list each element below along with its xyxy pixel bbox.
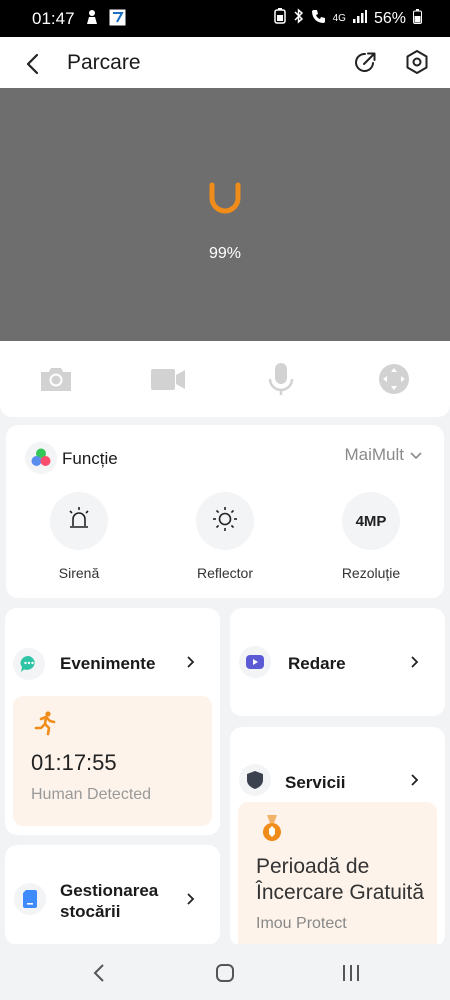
medal-icon — [260, 814, 284, 849]
playback-title: Redare — [288, 654, 346, 673]
battery-saver-icon — [273, 8, 286, 29]
chevron-right-icon — [408, 773, 422, 787]
loading-spinner-icon — [207, 182, 243, 216]
status-time: 01:47 — [32, 8, 75, 28]
playback-icon — [239, 646, 271, 678]
wifi-calling-icon — [311, 9, 326, 29]
reflector-button[interactable] — [196, 492, 254, 550]
notification-icon — [85, 9, 99, 28]
event-time: 01:17:55 — [31, 750, 117, 775]
ptz-joystick-icon[interactable] — [376, 361, 412, 397]
microphone-icon[interactable] — [263, 361, 299, 397]
nav-back-icon[interactable] — [89, 962, 111, 984]
trial-headline-line1: Perioadă de — [256, 855, 370, 878]
siren-button[interactable] — [50, 492, 108, 550]
sun-icon — [212, 506, 238, 537]
camera-icon[interactable] — [38, 361, 74, 397]
reflector-label: Reflector — [196, 565, 254, 581]
trial-headline: Perioadă de Încercare Gratuită — [256, 854, 441, 906]
chevron-right-icon — [184, 655, 198, 669]
app-notification-icon — [109, 9, 126, 29]
running-person-icon — [33, 710, 59, 741]
signal-icon — [352, 9, 367, 28]
battery-percent: 56% — [373, 9, 406, 27]
status-bar: 01:47 4G 56% — [0, 0, 450, 37]
share-external-icon[interactable] — [353, 49, 379, 75]
more-button[interactable]: MaiMult — [344, 445, 422, 465]
siren-label: Sirenă — [58, 565, 100, 581]
chevron-right-icon — [408, 655, 422, 669]
storage-title-line1: Gestionarea — [60, 881, 159, 900]
storage-title-line2: stocării — [60, 902, 121, 921]
chevron-down-icon — [410, 445, 422, 465]
page-title: Parcare — [67, 51, 141, 74]
sd-card-icon — [14, 883, 46, 915]
functions-title: Funcție — [62, 449, 118, 468]
nav-home-icon[interactable] — [214, 962, 236, 984]
events-card[interactable]: Evenimente 01:17:55 Human Detected — [5, 608, 220, 835]
resolution-value: 4MP — [355, 512, 387, 530]
playback-card[interactable]: Redare — [230, 608, 445, 716]
latest-event[interactable]: 01:17:55 Human Detected — [13, 696, 212, 826]
event-type: Human Detected — [31, 786, 152, 803]
trial-subtitle: Imou Protect — [256, 915, 347, 932]
services-title: Servicii — [285, 773, 346, 792]
functions-card: Funcție MaiMult Sirenă Reflector 4MP Rez… — [6, 425, 444, 598]
bluetooth-icon — [293, 8, 304, 29]
siren-icon — [67, 506, 91, 537]
events-title: Evenimente — [60, 654, 156, 673]
network-type-label: 4G — [332, 12, 346, 24]
chevron-right-icon — [184, 892, 198, 906]
chat-bubble-icon — [13, 648, 45, 680]
more-label: MaiMult — [344, 445, 404, 464]
services-card[interactable]: Servicii Perioadă de Încercare Gratuită … — [230, 727, 445, 947]
storage-title: Gestionarea stocării — [60, 880, 158, 922]
system-nav-bar — [0, 944, 450, 1000]
video-record-icon[interactable] — [150, 361, 186, 397]
control-bar — [0, 341, 450, 417]
trial-headline-line2: Încercare Gratuită — [256, 881, 425, 904]
chevron-left-icon[interactable] — [18, 50, 46, 78]
functions-icon — [25, 442, 57, 474]
loading-percent: 99% — [208, 245, 242, 262]
shield-icon — [239, 764, 271, 796]
resolution-button[interactable]: 4MP — [342, 492, 400, 550]
nav-recents-icon[interactable] — [340, 962, 362, 984]
storage-card[interactable]: Gestionarea stocării — [5, 845, 220, 945]
app-header: Parcare — [0, 37, 450, 88]
settings-hexagon-icon[interactable] — [403, 48, 431, 76]
free-trial-banner[interactable]: Perioadă de Încercare Gratuită Imou Prot… — [238, 802, 437, 947]
battery-icon — [413, 8, 422, 29]
resolution-label: Rezoluție — [341, 565, 401, 581]
